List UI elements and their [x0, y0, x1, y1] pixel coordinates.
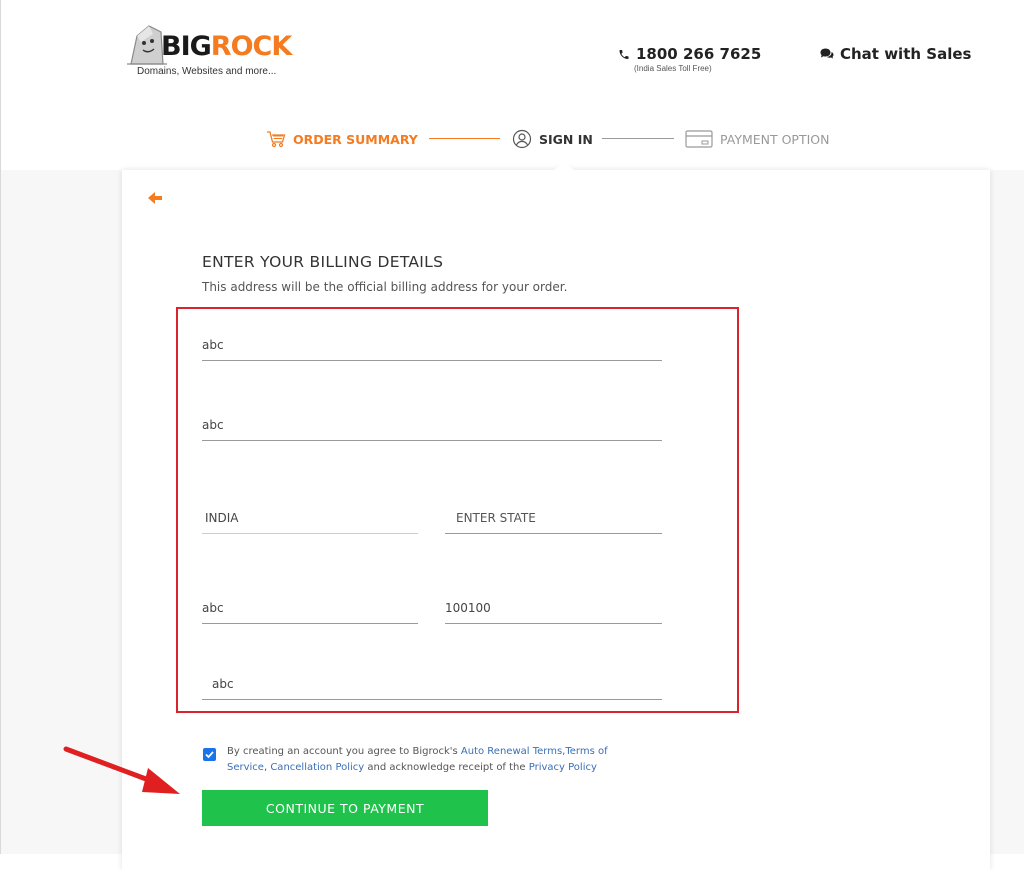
city-field [202, 592, 418, 624]
address-line2-field [202, 410, 662, 441]
arrow-left-icon[interactable] [147, 190, 165, 206]
city-input[interactable] [202, 592, 418, 623]
step-order-summary-label: ORDER SUMMARY [293, 131, 418, 147]
consent-text-part-1: By creating an account you agree to Bigr… [227, 746, 461, 757]
phone-input[interactable] [202, 669, 662, 699]
cancellation-policy-link[interactable]: Cancellation Policy [270, 762, 364, 773]
phone-field [202, 669, 662, 700]
chat-with-sales-label: Chat with Sales [840, 45, 972, 63]
logo-tagline: Domains, Websites and more... [137, 66, 277, 77]
checkout-steps: ORDER SUMMARY SIGN IN PAYMENT OPTION [266, 126, 866, 152]
step-pointer-notch [553, 162, 575, 171]
continue-to-payment-button[interactable]: CONTINUE TO PAYMENT [202, 790, 488, 826]
address-line2-input[interactable] [202, 410, 662, 440]
step-sign-in-label: SIGN IN [539, 131, 593, 147]
step-payment-option-label: PAYMENT OPTION [720, 131, 830, 147]
country-field [202, 503, 418, 534]
address-line1-input[interactable] [202, 330, 662, 360]
step-connector-1 [429, 138, 500, 139]
sales-phone[interactable]: 1800 266 7625 [618, 44, 761, 64]
credit-card-icon [685, 130, 713, 148]
step-payment-option[interactable]: PAYMENT OPTION [685, 126, 830, 152]
zipcode-field [445, 592, 662, 624]
checkmark-icon [205, 751, 214, 759]
phone-number: 1800 266 7625 [636, 45, 762, 63]
phone-note: (India Sales Toll Free) [634, 64, 712, 73]
red-pointer-arrow-icon [63, 746, 180, 794]
user-circle-icon [512, 129, 532, 149]
chat-with-sales-link[interactable]: Chat with Sales [820, 44, 971, 64]
step-connector-2 [602, 138, 674, 139]
state-input[interactable] [445, 503, 662, 533]
auto-renewal-terms-link[interactable]: Auto Renewal Terms, [461, 746, 565, 757]
cart-icon [267, 131, 286, 148]
step-order-summary[interactable]: ORDER SUMMARY [266, 126, 418, 152]
logo-wordmark: BIGROCK [161, 31, 292, 62]
billing-subtitle: This address will be the official billin… [202, 280, 568, 294]
step-sign-in[interactable]: SIGN IN [512, 126, 593, 152]
bigrock-logo[interactable]: BIGROCK Domains, Websites and more... [127, 24, 307, 84]
logo-rock-text: ROCK [210, 31, 292, 62]
consent-text: By creating an account you agree to Bigr… [227, 744, 647, 776]
state-field [445, 503, 662, 534]
zipcode-input[interactable] [445, 592, 662, 623]
address-line1-field [202, 330, 662, 361]
logo-big-text: BIG [161, 31, 212, 62]
billing-title: ENTER YOUR BILLING DETAILS [202, 253, 444, 271]
chat-bubble-icon [820, 48, 834, 59]
left-divider [0, 0, 1, 854]
privacy-policy-link[interactable]: Privacy Policy [529, 762, 597, 773]
country-select[interactable] [202, 503, 418, 533]
consent-text-part-3: and acknowledge receipt of the [364, 762, 529, 773]
phone-icon [619, 49, 629, 59]
terms-checkbox[interactable] [203, 748, 216, 761]
